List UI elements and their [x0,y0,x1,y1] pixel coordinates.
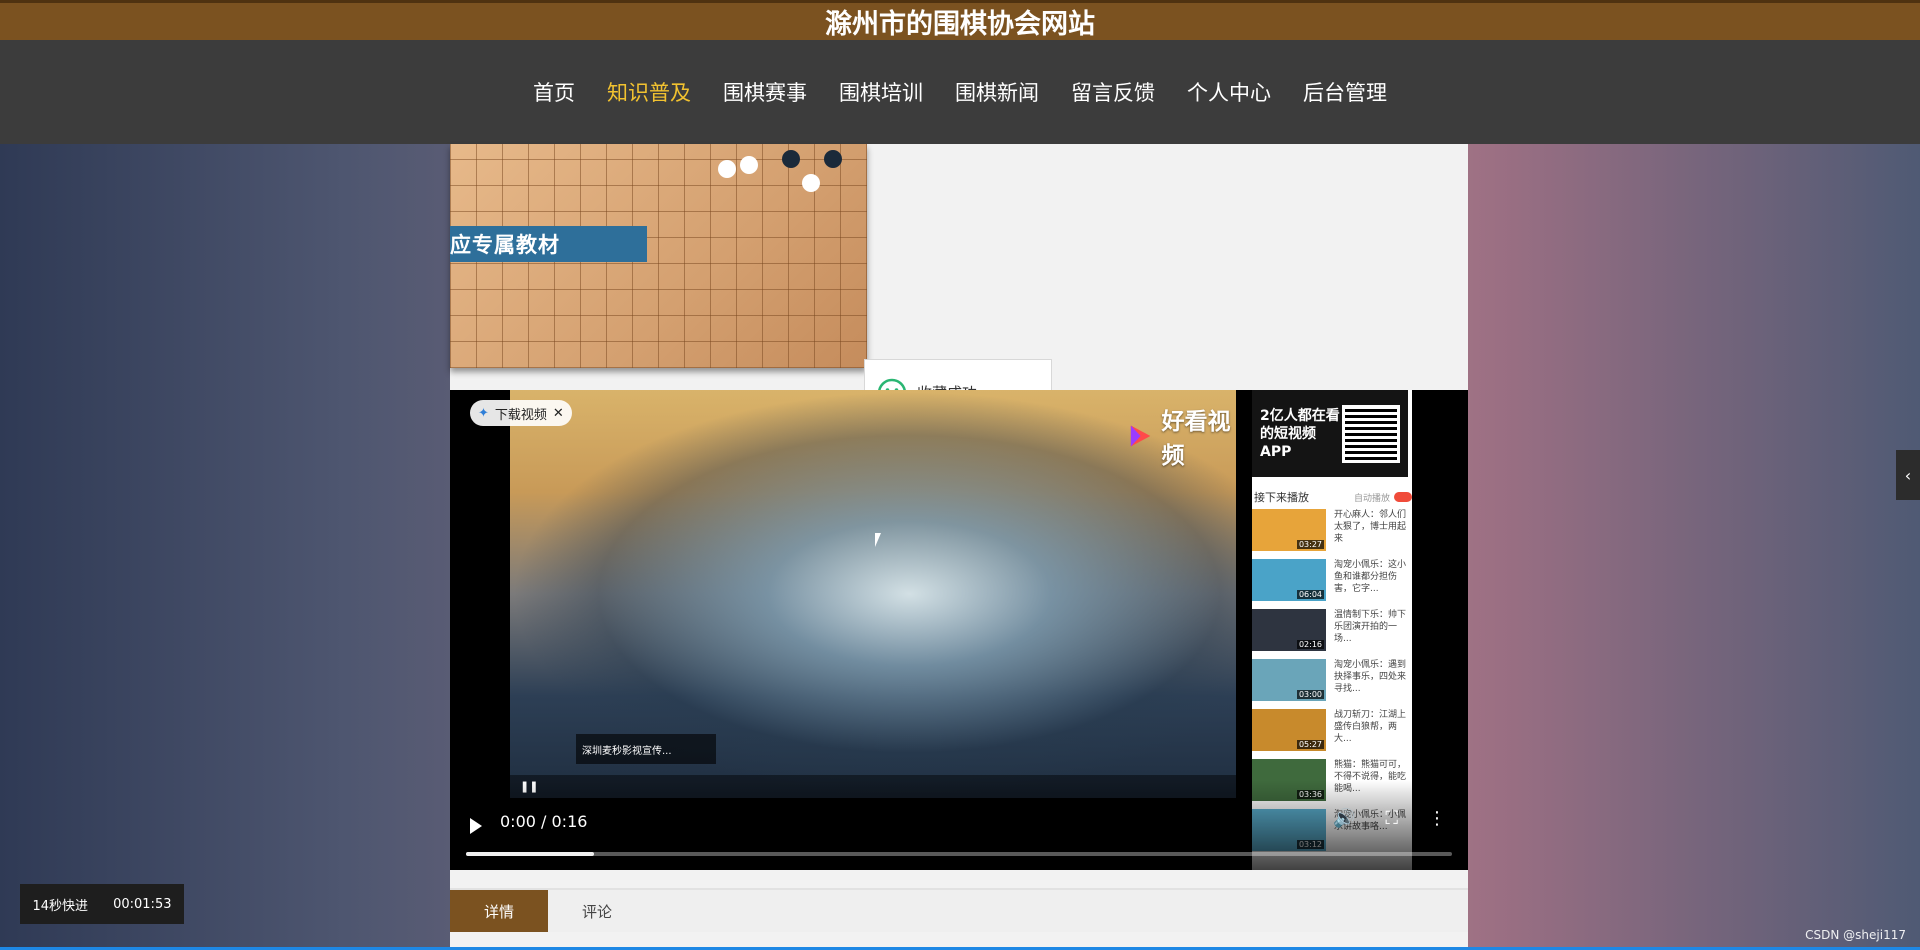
upnext-title-text[interactable]: 淘宠小佩乐：遇到抉择事乐，四处来寻找... [1334,659,1412,709]
white-stone [718,160,736,178]
player-control-icons: 🔊 ⛶ ⋮ [1333,808,1446,829]
haokan-logo-icon [1130,425,1151,447]
upnext-title-text[interactable]: 淘宠小佩乐：这小鱼和谁都分担伤害，它字... [1334,559,1412,609]
ad-card-text: 深圳麦秒影视宣传... [582,745,672,757]
upnext-title: 接下来播放 [1254,491,1309,504]
video-frame[interactable]: 好看视频 深圳麦秒影视宣传... [510,390,1236,798]
chevron-left-icon[interactable]: ‹ [1896,450,1920,500]
haokan-brand: 好看视频 [1161,409,1231,469]
autoplay-toggle[interactable]: 自动播放 [1354,491,1412,504]
upnext-item[interactable]: 02:16 温情制下乐：帅下乐团演开拍的一场... [1252,609,1412,659]
haokan-logo: 好看视频 [1126,402,1236,470]
download-video-button[interactable]: ✦ 下载视频 ✕ [470,400,572,426]
upnext-title-text[interactable]: 温情制下乐：帅下乐团演开拍的一场... [1334,609,1412,659]
qr-code-icon [1342,404,1400,463]
site-header: 滁州市的围棋协会网站 [0,0,1920,40]
player-status-box: 14秒快进 00:01:53 [20,884,184,924]
upnext-item[interactable]: 03:27 开心麻人：邻人们太狠了，博士用起来 [1252,509,1412,559]
fullscreen-icon[interactable]: ⛶ [1385,808,1398,829]
volume-icon[interactable]: 🔊 [1333,808,1355,829]
autoplay-switch[interactable] [1394,492,1412,502]
upnext-item[interactable]: 06:04 淘宠小佩乐：这小鱼和谁都分担伤害，它字... [1252,559,1412,609]
upnext-thumbnail[interactable]: 03:00 [1252,659,1326,701]
tab-comments[interactable]: 评论 [548,890,646,932]
close-icon[interactable]: ✕ [553,406,564,421]
upnext-thumbnail[interactable]: 05:27 [1252,709,1326,751]
banner-label: 应专属教材 [450,226,647,262]
upnext-duration: 03:27 [1296,540,1324,549]
mouse-cursor-icon [875,533,881,547]
upnext-item[interactable]: 03:00 淘宠小佩乐：遇到抉择事乐，四处来寻找... [1252,659,1412,709]
go-board-banner-image: 应专属教材 [450,144,867,368]
site-title: 滁州市的围棋协会网站 [825,9,1095,40]
nav-item-admin[interactable]: 后台管理 [1303,77,1387,107]
nav-item-profile[interactable]: 个人中心 [1187,77,1271,107]
white-stone [802,174,820,192]
tab-details[interactable]: 详情 [450,890,548,932]
upnext-duration: 02:16 [1296,640,1324,649]
nav-item-events[interactable]: 围棋赛事 [723,77,807,107]
bird-icon: ✦ [478,405,489,421]
black-stone [824,150,842,168]
video-time: 0:00 / 0:16 [500,812,588,831]
upnext-title-text[interactable]: 战刀斩刀：江湖上盛传白狼帮，两大... [1334,709,1412,759]
autoplay-label: 自动播放 [1353,493,1390,504]
app-ad-banner[interactable]: 2亿人都在看的短视频APP [1252,390,1408,477]
upnext-duration: 05:27 [1296,740,1324,749]
video-progress-bar[interactable] [466,852,1452,856]
nav-item-feedback[interactable]: 留言反馈 [1071,77,1155,107]
elapsed-time: 00:01:53 [113,896,172,912]
upnext-thumbnail[interactable]: 03:27 [1252,509,1326,551]
app-ad-text: 2亿人都在看的短视频APP [1260,407,1340,460]
nav-item-knowledge[interactable]: 知识普及 [607,77,691,107]
white-stone [740,156,758,174]
nav-item-training[interactable]: 围棋培训 [839,77,923,107]
fast-forward-label: 14秒快进 [32,898,89,914]
native-video-controls[interactable]: 0:00 / 0:16 🔊 ⛶ ⋮ [450,780,1468,870]
upnext-item[interactable]: 05:27 战刀斩刀：江湖上盛传白狼帮，两大... [1252,709,1412,759]
black-stone [782,150,800,168]
watermark: CSDN @sheji117 [1805,928,1906,942]
nav-item-news[interactable]: 围棋新闻 [955,77,1039,107]
download-video-label: 下载视频 [494,407,547,423]
upnext-title-text[interactable]: 开心麻人：邻人们太狠了，博士用起来 [1334,509,1412,559]
upnext-duration: 03:00 [1296,690,1324,699]
video-player[interactable]: 好看视频 深圳麦秒影视宣传... ✦ 下载视频 ✕ ❚❚ 2亿人都在看的短视频A… [450,390,1468,870]
more-options-icon[interactable]: ⋮ [1428,808,1446,829]
play-icon[interactable] [470,818,482,834]
content-panel: 应专属教材 收藏成功 好看视频 深圳麦秒影视宣传... [450,144,1468,950]
detail-tabs: 详情 评论 [450,888,1468,932]
upnext-thumbnail[interactable]: 02:16 [1252,609,1326,651]
upnext-duration: 06:04 [1296,590,1324,599]
nav-item-home[interactable]: 首页 [533,77,575,107]
ad-card[interactable]: 深圳麦秒影视宣传... [576,734,716,764]
video-progress-fill [466,852,595,856]
main-nav: 首页 知识普及 围棋赛事 围棋培训 围棋新闻 留言反馈 个人中心 后台管理 [0,40,1920,144]
upnext-header: 接下来播放 自动播放 [1252,477,1412,509]
upnext-thumbnail[interactable]: 06:04 [1252,559,1326,601]
